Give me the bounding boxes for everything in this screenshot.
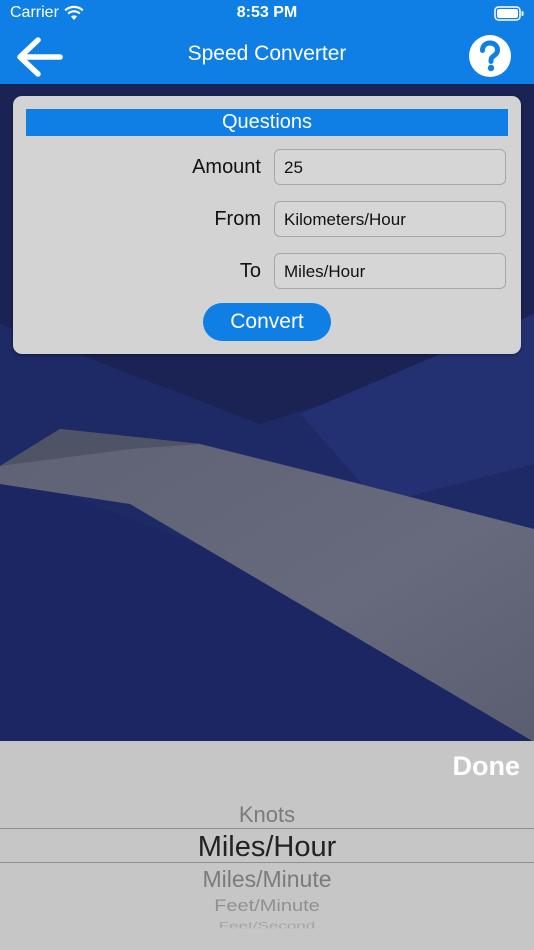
picker-item-miles-hour[interactable]: Miles/Hour	[0, 831, 534, 864]
from-label: From	[214, 208, 261, 230]
page-title: Speed Converter	[187, 42, 347, 65]
help-button[interactable]	[468, 34, 512, 78]
amount-label: Amount	[192, 156, 261, 178]
question-circle-icon	[469, 35, 511, 77]
to-unit-field[interactable]: Miles/Hour	[274, 253, 506, 289]
picker-item-feet-second[interactable]: Feet/Second	[0, 920, 534, 928]
battery-icon	[494, 6, 524, 21]
from-unit-field[interactable]: Kilometers/Hour	[274, 201, 506, 237]
unit-picker-sheet: Done Knots Miles/Hour Miles/Minute Feet/…	[0, 741, 534, 950]
convert-button[interactable]: Convert	[203, 303, 331, 341]
picker-item-feet-minute[interactable]: Feet/Minute	[0, 897, 534, 917]
to-label: To	[239, 260, 261, 282]
picker-item-miles-minute[interactable]: Miles/Minute	[0, 866, 534, 893]
clock: 8:53 PM	[236, 4, 298, 21]
status-bar: Carrier 8:53 PM	[0, 0, 534, 28]
card-header: Questions	[26, 109, 508, 136]
amount-field[interactable]: 25	[274, 149, 506, 185]
picker-selection-top-line	[0, 828, 534, 829]
done-button[interactable]: Done	[453, 751, 521, 782]
questions-card: Questions Amount 25 From Kilometers/Hour…	[13, 96, 521, 354]
nav-bar: Speed Converter	[0, 28, 534, 84]
picker-selection-bottom-line	[0, 862, 534, 863]
picker-item-knots[interactable]: Knots	[0, 802, 534, 828]
